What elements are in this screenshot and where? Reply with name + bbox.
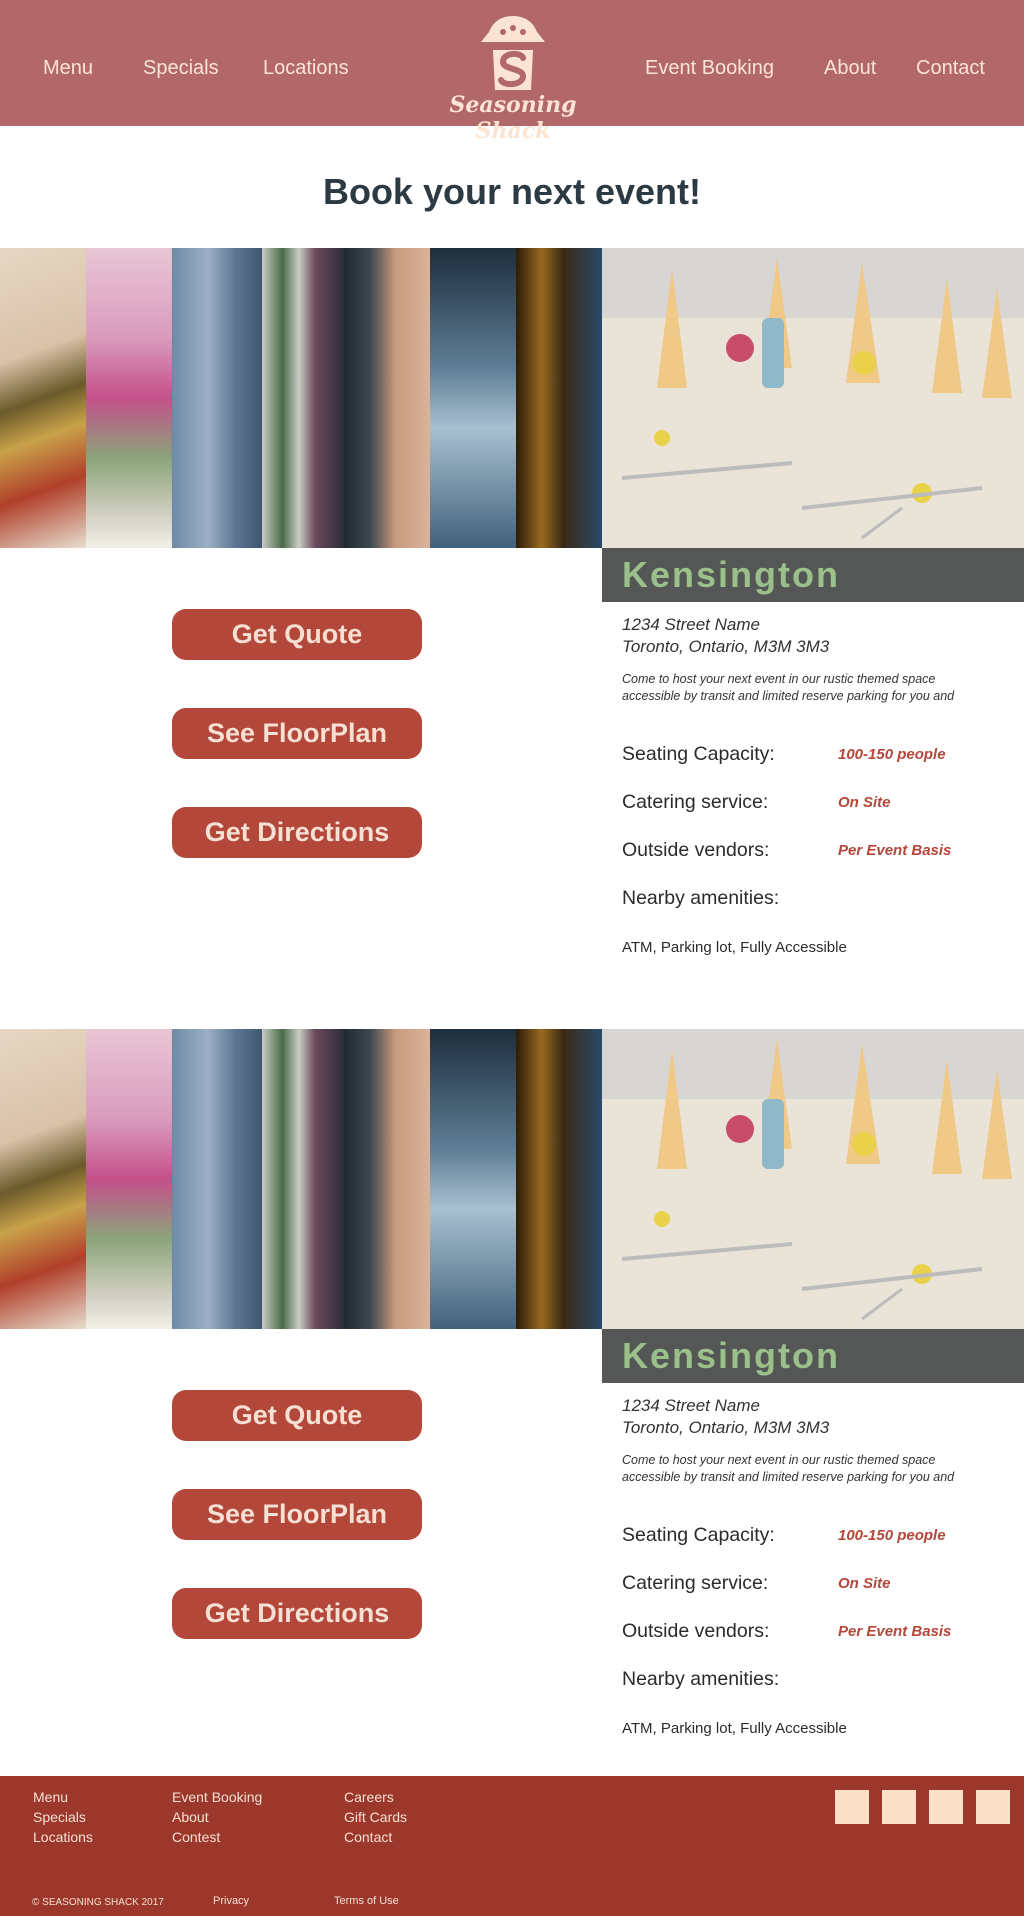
amenities-list: ATM, Parking lot, Fully Accessible (622, 939, 847, 956)
guest-photo (344, 1029, 430, 1329)
venue-name: Kensington (622, 554, 840, 595)
page-title: Book your next event! (322, 171, 702, 212)
seating-capacity-label: Seating Capacity: (622, 743, 775, 765)
guest-photo (344, 248, 430, 548)
outside-vendors-label: Outside vendors: (622, 839, 770, 861)
footer-link-contest[interactable]: Contest (172, 1828, 220, 1846)
bottles-photo (262, 1029, 344, 1329)
copyright-text: © SEASONING SHACK 2017 (32, 1897, 164, 1908)
venue-title-bar: Kensington (602, 1329, 1024, 1383)
social-icon[interactable] (882, 1790, 916, 1824)
nav-locations[interactable]: Locations (263, 56, 349, 80)
banquet-table-photo (602, 1029, 1024, 1329)
catering-service-value: On Site (838, 794, 891, 811)
get-quote-button[interactable]: Get Quote (172, 609, 422, 660)
terms-link[interactable]: Terms of Use (334, 1894, 399, 1908)
nav-contact[interactable]: Contact (916, 56, 985, 80)
wine-glass-photo (430, 1029, 516, 1329)
social-icon[interactable] (976, 1790, 1010, 1824)
footer-link-menu[interactable]: Menu (33, 1788, 68, 1806)
address-line-2: Toronto, Ontario, M3M 3M3 (622, 637, 830, 656)
site-logo[interactable]: Seasoning Shack (418, 8, 608, 144)
nav-menu[interactable]: Menu (43, 56, 93, 80)
catering-service-label: Catering service: (622, 1572, 769, 1594)
address-line-1: 1234 Street Name (622, 615, 760, 634)
venue-description-line-2: accessible by transit and limited reserv… (622, 1470, 955, 1484)
venue-section: Kensington Get Quote See FloorPlan Get D… (0, 248, 1024, 988)
see-floorplan-button[interactable]: See FloorPlan (172, 708, 422, 759)
banquet-table-photo (602, 248, 1024, 548)
photo-strip-gallery (0, 248, 602, 548)
seating-capacity-label: Seating Capacity: (622, 1524, 775, 1546)
flowers-photo (86, 248, 172, 548)
chair-photo (172, 248, 262, 548)
logo-text: Seasoning Shack (449, 92, 577, 144)
see-floorplan-button[interactable]: See FloorPlan (172, 1489, 422, 1540)
venue-description-line-2: accessible by transit and limited reserv… (622, 689, 955, 703)
wine-glass-photo (430, 248, 516, 548)
chef-hat-logo-icon (481, 16, 545, 90)
nearby-amenities-label: Nearby amenities: (622, 1668, 780, 1690)
address-line-2: Toronto, Ontario, M3M 3M3 (622, 1418, 830, 1437)
footer-link-contact[interactable]: Contact (344, 1828, 392, 1846)
footer-link-event-booking[interactable]: Event Booking (172, 1788, 262, 1806)
glassware-photo (516, 248, 602, 548)
food-plate-photo (0, 248, 86, 548)
privacy-link[interactable]: Privacy (213, 1894, 249, 1908)
get-directions-button[interactable]: Get Directions (172, 807, 422, 858)
photo-strip-gallery (0, 1029, 602, 1329)
footer-link-gift-cards[interactable]: Gift Cards (344, 1808, 407, 1826)
footer-link-locations[interactable]: Locations (33, 1828, 93, 1846)
chair-photo (172, 1029, 262, 1329)
get-directions-button[interactable]: Get Directions (172, 1588, 422, 1639)
social-icon[interactable] (835, 1790, 869, 1824)
amenities-list: ATM, Parking lot, Fully Accessible (622, 1720, 847, 1737)
venue-section: Kensington Get Quote See FloorPlan Get D… (0, 1029, 1024, 1769)
venue-description-line-1: Come to host your next event in our rust… (622, 672, 936, 686)
nav-specials[interactable]: Specials (143, 56, 219, 80)
get-quote-button[interactable]: Get Quote (172, 1390, 422, 1441)
catering-service-label: Catering service: (622, 791, 769, 813)
glassware-photo (516, 1029, 602, 1329)
bottles-photo (262, 248, 344, 548)
nearby-amenities-label: Nearby amenities: (622, 887, 780, 909)
outside-vendors-value: Per Event Basis (838, 842, 952, 859)
site-header: Menu Specials Locations Seasoning Shack … (0, 0, 1024, 144)
site-footer: Menu Specials Locations Event Booking Ab… (0, 1776, 1024, 1916)
venue-description-line-1: Come to host your next event in our rust… (622, 1453, 936, 1467)
outside-vendors-label: Outside vendors: (622, 1620, 770, 1642)
footer-link-specials[interactable]: Specials (33, 1808, 86, 1826)
footer-link-about[interactable]: About (172, 1808, 209, 1826)
venue-title-bar: Kensington (602, 548, 1024, 602)
footer-link-careers[interactable]: Careers (344, 1788, 394, 1806)
address-line-1: 1234 Street Name (622, 1396, 760, 1415)
seating-capacity-value: 100-150 people (838, 746, 946, 763)
nav-about[interactable]: About (824, 56, 876, 80)
food-plate-photo (0, 1029, 86, 1329)
table-setting-image (602, 1029, 1024, 1329)
venue-name: Kensington (622, 1335, 840, 1376)
nav-event-booking[interactable]: Event Booking (645, 56, 774, 80)
table-setting-image (602, 248, 1024, 548)
seating-capacity-value: 100-150 people (838, 1527, 946, 1544)
social-icon[interactable] (929, 1790, 963, 1824)
catering-service-value: On Site (838, 1575, 891, 1592)
outside-vendors-value: Per Event Basis (838, 1623, 952, 1640)
flowers-photo (86, 1029, 172, 1329)
